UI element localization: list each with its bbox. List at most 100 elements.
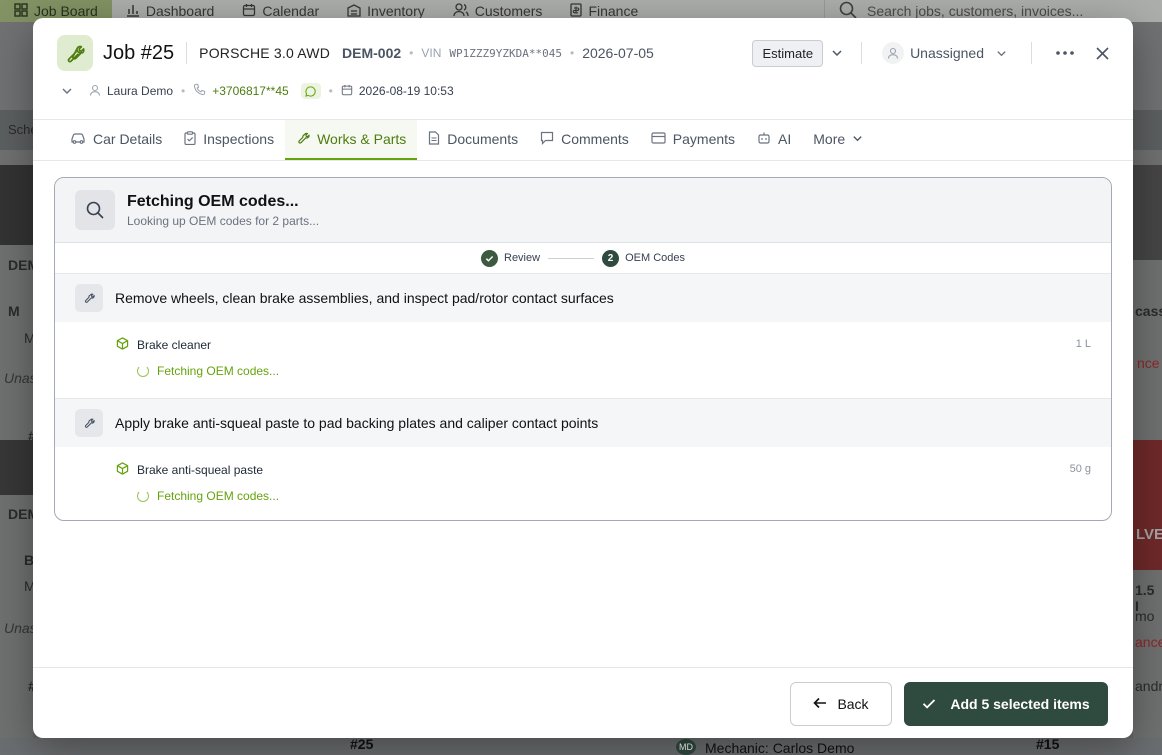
appointment-label: 2026-08-19 10:53 [358,84,454,98]
background-job-number: #15 [1036,736,1060,752]
comment-icon [540,131,554,148]
package-icon [116,462,129,478]
oem-panel-subtitle: Looking up OEM codes for 2 parts... [127,213,320,228]
credit-card-icon [651,131,666,147]
modal-footer: Back Add 5 selected items [33,667,1133,738]
more-options-icon[interactable] [1056,51,1074,55]
vin-label: VIN [421,46,442,60]
step-label: Review [504,252,541,264]
background-job-number: #25 [350,736,374,752]
wrench-icon [57,35,93,71]
work-item-header: Apply brake anti-squeal paste to pad bac… [55,399,1111,447]
job-modal: Job #25 PORSCHE 3.0 AWD DEM-002 • VIN WP… [33,18,1133,738]
background-mechanic-avatar: MD [676,739,696,755]
loading-spinner-icon [137,490,149,502]
work-item-title: Remove wheels, clean brake assemblies, a… [115,290,614,306]
background-mechanic-label: Mechanic: Carlos Demo [705,740,855,755]
customer-name-label: Laura Demo [107,84,174,98]
step-review: Review [481,249,541,267]
arrow-left-icon [813,696,827,712]
package-icon [116,337,129,353]
job-title: Job #25 [103,41,175,64]
tab-label: Documents [447,131,519,147]
phone-number: +3706817**45 [212,84,289,98]
tab-label: Payments [672,131,736,147]
license-plate: DEM-002 [342,45,402,61]
oem-fetch-panel: Fetching OEM codes... Looking up OEM cod… [54,177,1112,521]
chevron-down-icon[interactable] [831,47,843,59]
wrench-icon [296,131,310,148]
step-label: OEM Codes [625,252,685,264]
tab-label: Inspections [203,131,275,147]
customer-name[interactable]: Laura Demo [89,84,173,99]
part-row: Brake anti-squeal paste 50 g Fetching OE… [55,447,1111,520]
tab-comments[interactable]: Comments [529,120,640,160]
chevron-down-icon [996,48,1007,59]
appointment-datetime: 2026-08-19 10:53 [341,84,454,99]
search-icon [75,190,115,230]
document-icon [428,130,440,148]
part-quantity: 50 g [1069,463,1091,475]
assignee-dropdown[interactable]: Unassigned [882,42,1007,64]
job-tabs: Car Details Inspections Works & Parts Do… [33,119,1133,161]
work-item: Remove wheels, clean brake assemblies, a… [55,274,1111,398]
part-status: Fetching OEM codes... [137,489,279,503]
part-name-label: Brake anti-squeal paste [137,463,264,477]
loading-spinner-icon [137,365,149,377]
step-number: 2 [602,249,620,267]
separator-dot: • [328,84,333,98]
step-oem-codes: 2 OEM Codes [602,249,685,267]
customer-phone[interactable]: +3706817**45 [193,83,321,99]
tab-payments[interactable]: Payments [640,120,746,160]
tab-label: More [813,131,846,147]
work-item-header: Remove wheels, clean brake assemblies, a… [55,274,1111,322]
part-name: Brake cleaner [116,337,211,353]
tab-more[interactable]: More [802,120,874,160]
user-icon [882,42,905,64]
tab-works-parts[interactable]: Works & Parts [285,120,418,160]
status-badge[interactable]: Estimate [752,39,824,67]
tab-documents[interactable]: Documents [417,120,529,160]
check-icon [481,249,498,267]
tab-label: Car Details [93,131,163,147]
part-name: Brake anti-squeal paste [116,462,263,478]
calendar-icon [341,84,353,99]
part-quantity: 1 L [1075,338,1091,350]
add-selected-items-button[interactable]: Add 5 selected items [904,682,1108,726]
chevron-down-icon [852,131,863,147]
divider [186,42,188,64]
tab-ai[interactable]: AI [746,120,802,160]
vin-value[interactable]: WP1ZZZ9YZKDA**045 [449,47,562,60]
car-name: PORSCHE 3.0 AWD [199,45,331,61]
header-actions: Estimate Unassigned [752,39,1109,67]
oem-panel-header: Fetching OEM codes... Looking up OEM cod… [55,178,1111,243]
assignee-label: Unassigned [910,45,984,61]
car-icon [70,131,86,147]
tab-car-details[interactable]: Car Details [59,120,173,160]
back-button-label: Back [837,696,869,712]
separator-dot: • [181,84,186,98]
back-button[interactable]: Back [790,682,892,726]
divider [861,42,863,64]
robot-icon [757,131,771,148]
job-subheader: Laura Demo • +3706817**45 • 2026-08-19 1… [61,80,454,102]
part-status-label: Fetching OEM codes... [157,489,280,503]
chevron-down-icon[interactable] [61,85,73,97]
tab-label: Works & Parts [317,131,407,147]
tab-label: AI [778,131,792,147]
clipboard-check-icon [184,130,196,148]
background-bottom-row: #25 MD Mechanic: Carlos Demo #15 [0,736,1162,755]
job-header: Job #25 PORSCHE 3.0 AWD DEM-002 • VIN WP… [57,35,1109,71]
part-name-label: Brake cleaner [137,338,212,352]
tab-inspections[interactable]: Inspections [173,120,285,160]
check-icon [922,696,936,712]
progress-stepper: Review 2 OEM Codes [55,243,1111,274]
message-icon[interactable] [300,83,321,99]
divider [1031,42,1032,64]
part-row: Brake cleaner 1 L Fetching OEM codes... [55,322,1111,398]
tab-label: Comments [561,131,629,147]
job-date: 2026-07-05 [582,45,654,61]
close-icon[interactable] [1096,46,1109,60]
separator-dot: • [569,46,575,60]
user-icon [89,84,101,99]
